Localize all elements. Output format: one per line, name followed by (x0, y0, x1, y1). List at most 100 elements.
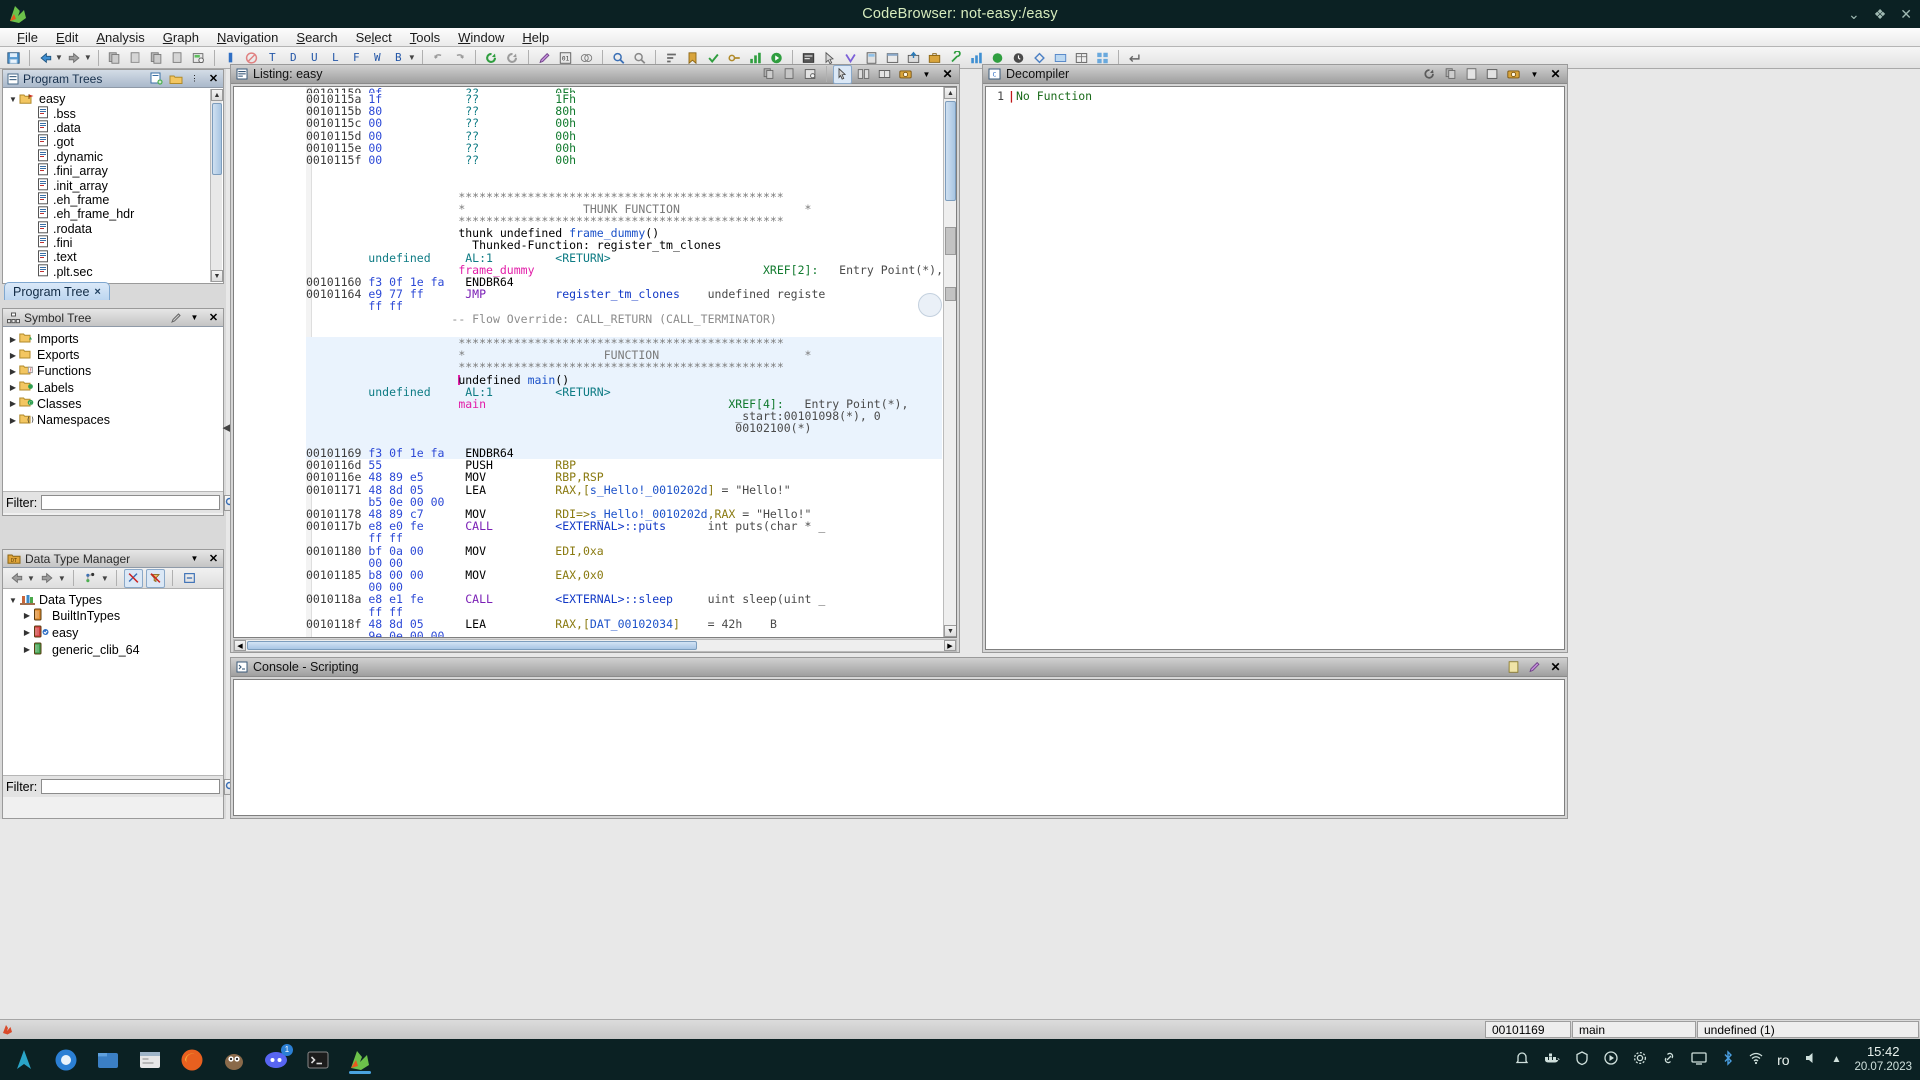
menu-search[interactable]: Search (287, 29, 346, 46)
tree-row-text[interactable]: .text (3, 250, 223, 264)
program-tree-scrollbar[interactable]: ▲ ▼ (210, 89, 222, 282)
activities-icon[interactable] (10, 1046, 38, 1074)
expand-caret-icon[interactable]: ▶ (7, 416, 19, 425)
console-body[interactable] (233, 679, 1565, 816)
camera-icon[interactable] (896, 65, 915, 84)
close-icon[interactable]: ✕ (1900, 6, 1912, 23)
scroll-thumb[interactable] (945, 101, 956, 201)
menu-select[interactable]: Select (347, 29, 401, 46)
sidebar-item-imports[interactable]: ▶Imports (3, 331, 223, 347)
chevron-up-icon[interactable]: ▲ (1832, 1054, 1842, 1065)
scroll-thumb[interactable] (212, 103, 222, 175)
menu-caret-icon[interactable]: ▼ (187, 310, 202, 325)
scroll-left-arrow-icon[interactable]: ◀ (234, 640, 246, 651)
select-icon[interactable] (833, 65, 852, 84)
open-folder-icon[interactable] (168, 71, 183, 86)
files-manager-icon[interactable] (94, 1046, 122, 1074)
toggle-icon[interactable] (875, 65, 894, 84)
datatype-item-generic_clib_64[interactable]: ▶generic_clib_64 (3, 641, 223, 658)
collapse-icon[interactable] (180, 569, 199, 588)
back-arrow-icon[interactable] (7, 569, 26, 588)
file-explorer-icon[interactable] (136, 1046, 164, 1074)
bell-icon[interactable] (1514, 1050, 1530, 1069)
data-type-filter-input[interactable] (41, 779, 220, 794)
decompiler-body[interactable]: 1 | No Function (985, 86, 1565, 650)
close-icon[interactable]: ✕ (206, 551, 221, 566)
tree-row-data[interactable]: .data (3, 121, 223, 135)
close-icon[interactable]: ✕ (206, 310, 221, 325)
expand-caret-icon[interactable]: ▶ (21, 628, 33, 637)
tree-row-rodata[interactable]: .rodata (3, 222, 223, 236)
keyboard-layout[interactable]: ro (1777, 1052, 1789, 1068)
tree-row-root[interactable]: ▼ easy (3, 92, 223, 106)
tab-program-tree[interactable]: Program Tree × (4, 282, 110, 300)
toggle-caret[interactable]: ▼ (408, 53, 416, 62)
forward-arrow-icon[interactable] (65, 48, 84, 67)
hscroll-thumb[interactable] (247, 641, 697, 650)
menu-icon[interactable]: ⋮ (187, 71, 202, 86)
tree-row-pltsec[interactable]: .plt.sec (3, 265, 223, 279)
listing-vertical-scrollbar[interactable]: ▲ ▼ (943, 87, 956, 637)
ghidra-icon[interactable] (346, 1046, 374, 1074)
listing-body[interactable]: ▲ ▼ 00101159 0f ?? 0Fh0010115a 1f ?? 1Fh… (233, 86, 957, 638)
back-caret[interactable]: ▼ (27, 574, 35, 583)
copy-icon[interactable] (1441, 65, 1460, 84)
expand-caret-icon[interactable]: ▶ (21, 645, 33, 654)
expand-caret-icon[interactable]: ▼ (7, 596, 19, 605)
new-caret[interactable]: ▼ (101, 574, 109, 583)
exclude-icon[interactable] (124, 569, 143, 588)
save-icon[interactable] (4, 48, 23, 67)
forward-caret[interactable]: ▼ (58, 574, 66, 583)
back-arrow-icon[interactable] (36, 48, 55, 67)
close-icon[interactable]: ✕ (206, 71, 221, 86)
sidebar-item-functions[interactable]: ▶fFunctions (3, 363, 223, 379)
tree-row-dynamic[interactable]: .dynamic (3, 150, 223, 164)
scroll-up-arrow-icon[interactable]: ▲ (211, 89, 223, 101)
tree-row-init_array[interactable]: .init_array (3, 178, 223, 192)
close-icon[interactable]: ✕ (1546, 658, 1565, 677)
forward-arrow-icon[interactable] (38, 569, 57, 588)
expand-caret-icon[interactable]: ▶ (7, 335, 19, 344)
tree-row-fini_array[interactable]: .fini_array (3, 164, 223, 178)
paste-special-icon[interactable] (126, 48, 145, 67)
restore-icon[interactable]: ❖ (1874, 6, 1887, 23)
media-icon[interactable] (1603, 1050, 1619, 1069)
diff-icon[interactable] (854, 65, 873, 84)
listing-horizontal-scrollbar[interactable]: ◀ ▶ (233, 639, 957, 652)
menu-help[interactable]: Help (513, 29, 558, 46)
snapshot-icon[interactable] (1483, 65, 1502, 84)
volume-icon[interactable] (1803, 1050, 1819, 1069)
refresh-icon[interactable] (1420, 65, 1439, 84)
scroll-right-arrow-icon[interactable]: ▶ (944, 640, 956, 651)
sidebar-item-exports[interactable]: ▶Exports (3, 347, 223, 363)
network-icon[interactable] (1748, 1050, 1764, 1069)
settings-icon[interactable] (1632, 1050, 1648, 1069)
new-tree-icon[interactable] (149, 71, 164, 86)
datatype-item-BuiltInTypes[interactable]: ▶BuiltInTypes (3, 607, 223, 624)
minimize-icon[interactable]: ⌄ (1848, 6, 1860, 23)
scroll-up-arrow-icon[interactable]: ▲ (944, 87, 957, 99)
snapshot-icon[interactable] (189, 48, 208, 67)
tray-clock[interactable]: 15:42 20.07.2023 (1854, 1045, 1912, 1074)
new-datatype-icon[interactable] (81, 569, 100, 588)
sidebar-item-classes[interactable]: ▶CClasses (3, 396, 223, 412)
copy-special-icon[interactable] (105, 48, 124, 67)
menu-navigation[interactable]: Navigation (208, 29, 287, 46)
export-icon[interactable] (1462, 65, 1481, 84)
menu-tools[interactable]: Tools (401, 29, 449, 46)
tree-row-got[interactable]: .got (3, 135, 223, 149)
menu-edit[interactable]: Edit (47, 29, 87, 46)
listing-code[interactable]: 00101159 0f ?? 0Fh0010115a 1f ?? 1Fh0010… (306, 87, 942, 637)
menu-caret-icon[interactable]: ▼ (1525, 65, 1544, 84)
docker-icon[interactable] (1543, 1050, 1561, 1069)
discord-icon[interactable]: 1 (262, 1046, 290, 1074)
expand-caret-icon[interactable]: ▶ (7, 383, 19, 392)
sidebar-item-namespaces[interactable]: ▶()Namespaces (3, 412, 223, 428)
menu-graph[interactable]: Graph (154, 29, 208, 46)
vpn-icon[interactable] (1574, 1050, 1590, 1069)
expand-caret-icon[interactable]: ▶ (7, 367, 19, 376)
scroll-down-arrow-icon[interactable]: ▼ (944, 625, 957, 637)
paste-icon[interactable] (780, 65, 799, 84)
close-icon[interactable]: ✕ (938, 65, 957, 84)
gimp-icon[interactable] (220, 1046, 248, 1074)
